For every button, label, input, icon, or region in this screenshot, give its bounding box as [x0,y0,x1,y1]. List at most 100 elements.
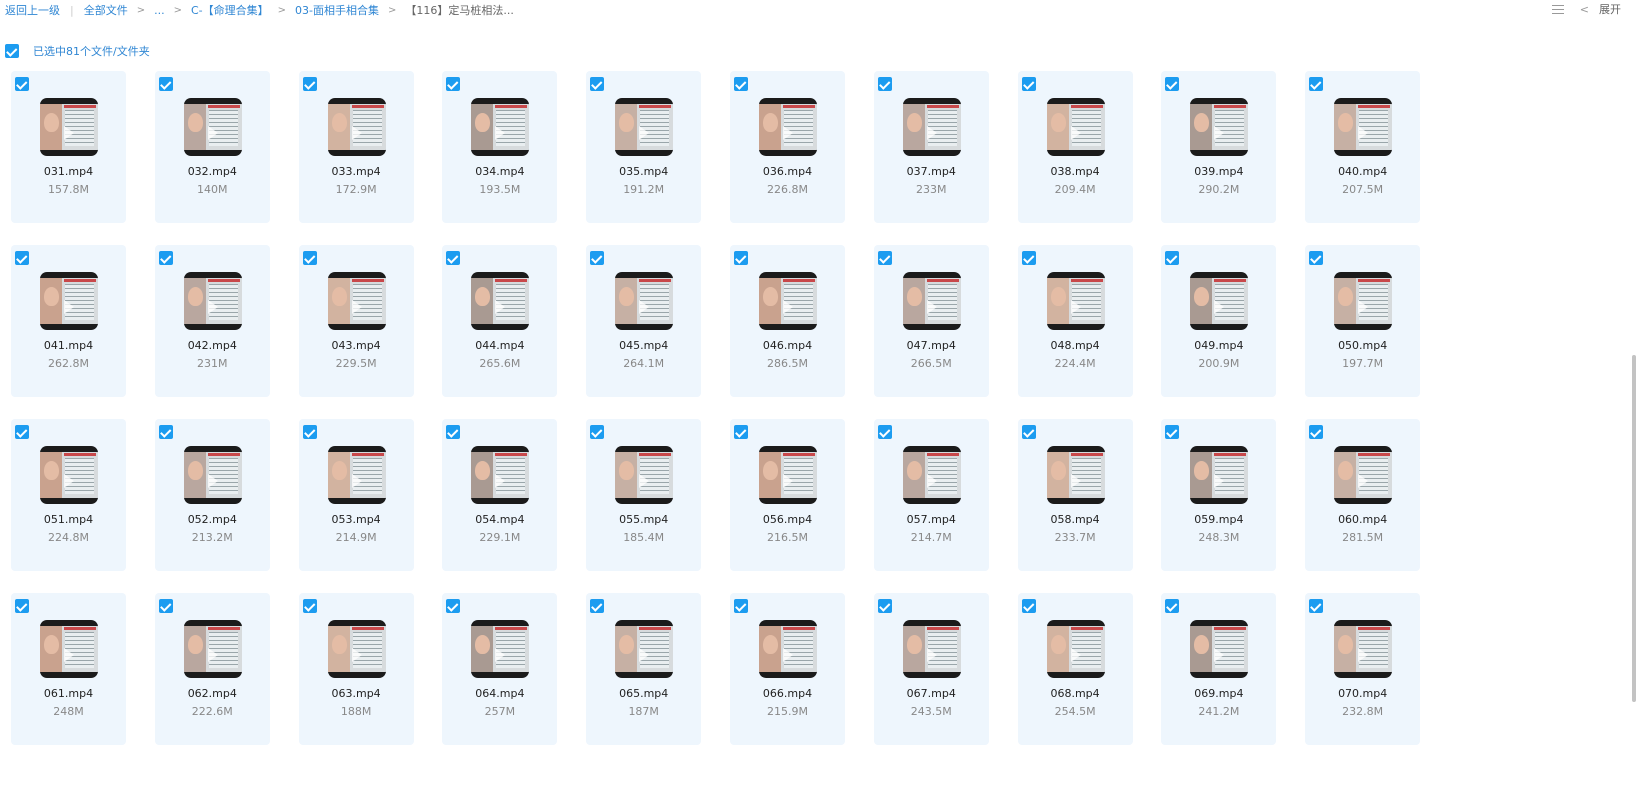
file-tile[interactable]: 058.mp4 233.7M [1017,419,1133,571]
vertical-scrollbar[interactable] [1632,355,1636,702]
thumbnail-header-strip [1214,279,1247,282]
file-checkbox[interactable] [1021,251,1036,265]
file-checkbox[interactable] [1021,599,1036,613]
file-checkbox[interactable] [302,77,317,91]
file-checkbox[interactable] [1165,251,1180,265]
file-checkbox[interactable] [302,425,317,439]
thumbnail-face [1194,287,1210,306]
breadcrumb-folder-mingli[interactable]: C-【命理合集】 [191,2,269,18]
video-thumbnail [902,98,961,156]
file-checkbox[interactable] [302,251,317,265]
file-checkbox[interactable] [590,251,605,265]
file-tile[interactable]: 047.mp4 266.5M [873,245,989,397]
file-checkbox[interactable] [158,251,173,265]
file-tile[interactable]: 068.mp4 254.5M [1017,593,1133,745]
file-checkbox[interactable] [733,77,748,91]
file-checkbox[interactable] [590,425,605,439]
file-checkbox[interactable] [15,251,29,265]
file-tile[interactable]: 062.mp4 222.6M [154,593,270,745]
file-checkbox[interactable] [590,599,605,613]
file-name: 061.mp4 [43,687,94,700]
file-name: 065.mp4 [619,687,669,700]
thumbnail-header-strip [207,279,240,282]
file-tile[interactable]: 036.mp4 226.8M [729,71,845,223]
file-checkbox[interactable] [1309,77,1324,91]
file-checkbox[interactable] [877,77,892,91]
file-tile[interactable]: 043.mp4 229.5M [298,245,414,397]
file-tile[interactable]: 048.mp4 224.4M [1017,245,1133,397]
file-tile[interactable]: 050.mp4 197.7M [1305,245,1421,397]
file-checkbox[interactable] [446,425,461,439]
file-checkbox[interactable] [877,251,892,265]
file-tile[interactable]: 045.mp4 264.1M [586,245,702,397]
file-size: 209.4M [1054,183,1096,196]
file-tile[interactable]: 070.mp4 232.8M [1305,593,1421,745]
breadcrumb-ellipsis[interactable]: ... [154,4,165,17]
file-checkbox[interactable] [733,599,748,613]
file-checkbox[interactable] [158,599,173,613]
file-tile[interactable]: 046.mp4 286.5M [729,245,845,397]
file-tile[interactable]: 061.mp4 248M [11,593,126,745]
file-checkbox[interactable] [1309,251,1324,265]
file-tile[interactable]: 037.mp4 233M [873,71,989,223]
file-tile[interactable]: 041.mp4 262.8M [11,245,126,397]
back-button[interactable]: 返回上一级 [5,2,60,18]
file-checkbox[interactable] [446,599,461,613]
file-tile[interactable]: 034.mp4 193.5M [442,71,558,223]
file-tile[interactable]: 049.mp4 200.9M [1161,245,1277,397]
file-tile[interactable]: 035.mp4 191.2M [586,71,702,223]
file-checkbox[interactable] [590,77,605,91]
file-tile[interactable]: 060.mp4 281.5M [1305,419,1421,571]
file-checkbox[interactable] [1021,425,1036,439]
file-checkbox[interactable] [877,425,892,439]
file-checkbox[interactable] [733,425,748,439]
breadcrumb-all-files[interactable]: 全部文件 [84,2,128,18]
file-checkbox[interactable] [158,77,173,91]
file-tile[interactable]: 053.mp4 214.9M [298,419,414,571]
breadcrumb-folder-mianxiang[interactable]: 03-面相手相合集 [295,2,379,18]
file-checkbox[interactable] [1165,599,1180,613]
file-checkbox[interactable] [446,251,461,265]
file-checkbox[interactable] [1309,599,1324,613]
file-tile[interactable]: 052.mp4 213.2M [154,419,270,571]
expand-button[interactable]: 展开 [1599,1,1621,17]
video-thumbnail [615,272,674,330]
select-all-checkbox[interactable] [5,44,19,58]
video-thumbnail [471,272,530,330]
file-checkbox[interactable] [1021,77,1036,91]
file-tile[interactable]: 044.mp4 265.6M [442,245,558,397]
file-tile[interactable]: 051.mp4 224.8M [11,419,126,571]
file-checkbox[interactable] [446,77,461,91]
file-checkbox[interactable] [158,425,173,439]
file-checkbox[interactable] [1309,425,1324,439]
file-tile[interactable]: 063.mp4 188M [298,593,414,745]
file-checkbox[interactable] [15,77,29,91]
file-tile[interactable]: 057.mp4 214.7M [873,419,989,571]
file-tile[interactable]: 033.mp4 172.9M [298,71,414,223]
file-checkbox[interactable] [1165,425,1180,439]
file-checkbox[interactable] [15,599,29,613]
file-tile[interactable]: 059.mp4 248.3M [1161,419,1277,571]
file-checkbox[interactable] [877,599,892,613]
file-tile[interactable]: 039.mp4 290.2M [1161,71,1277,223]
file-tile[interactable]: 066.mp4 215.9M [729,593,845,745]
list-view-icon[interactable] [1551,4,1564,15]
file-tile[interactable]: 042.mp4 231M [154,245,270,397]
file-tile[interactable]: 055.mp4 185.4M [586,419,702,571]
file-checkbox[interactable] [733,251,748,265]
file-tile[interactable]: 031.mp4 157.8M [11,71,126,223]
chevron-left-icon[interactable]: < [1580,3,1589,16]
file-tile[interactable]: 064.mp4 257M [442,593,558,745]
file-checkbox[interactable] [15,425,29,439]
file-checkbox[interactable] [1165,77,1180,91]
file-tile[interactable]: 056.mp4 216.5M [729,419,845,571]
file-tile[interactable]: 040.mp4 207.5M [1305,71,1421,223]
file-tile[interactable]: 067.mp4 243.5M [873,593,989,745]
file-tile[interactable]: 069.mp4 241.2M [1161,593,1277,745]
file-tile[interactable]: 054.mp4 229.1M [442,419,558,571]
file-checkbox[interactable] [302,599,317,613]
file-tile[interactable]: 065.mp4 187M [586,593,702,745]
thumbnail-screen [40,278,98,324]
file-tile[interactable]: 032.mp4 140M [154,71,270,223]
file-tile[interactable]: 038.mp4 209.4M [1017,71,1133,223]
